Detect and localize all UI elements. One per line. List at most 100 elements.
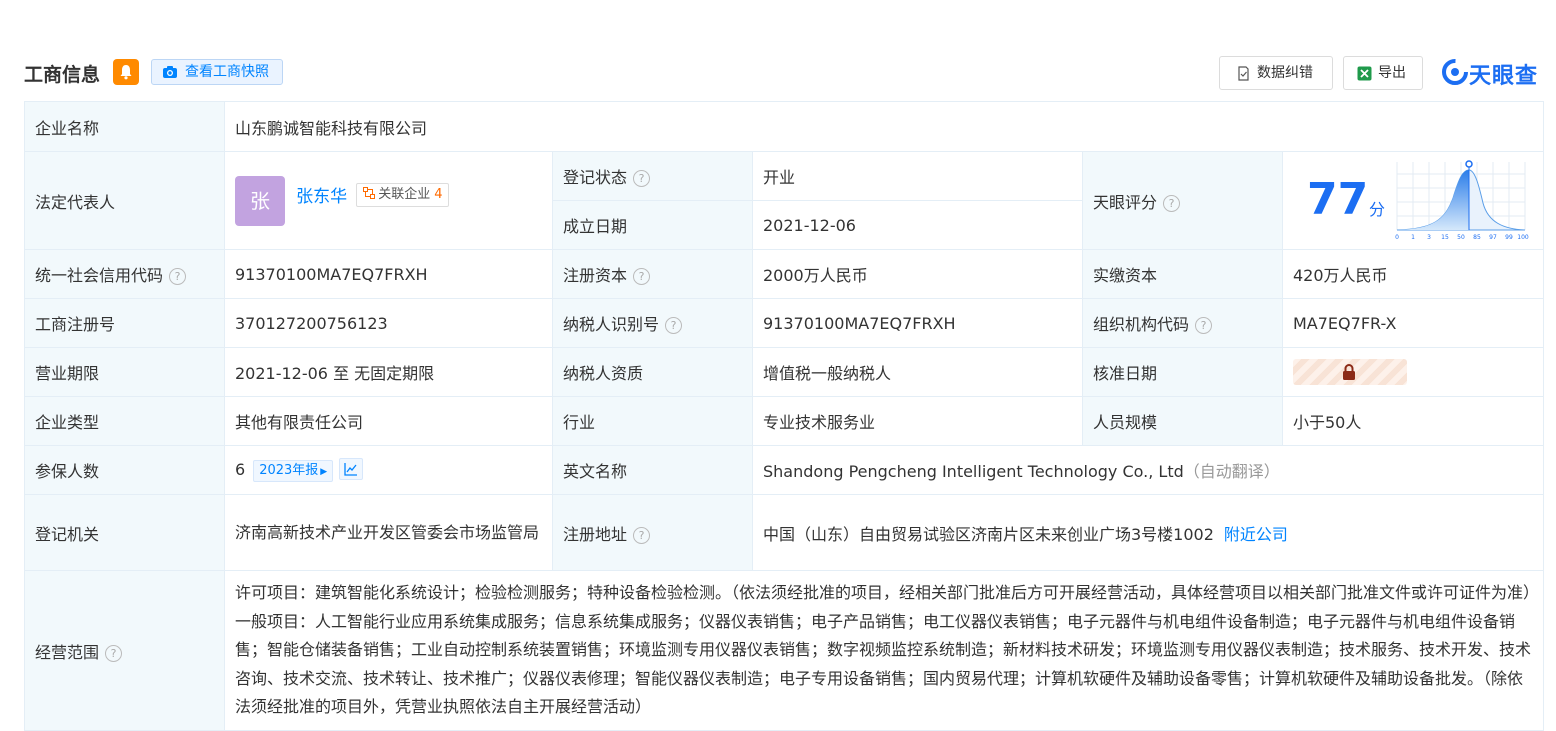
credit-code-label: 统一社会信用代码? <box>24 249 225 299</box>
reg-authority-value: 济南高新技术产业开发区管委会市场监管局 <box>224 494 553 571</box>
reg-address-cell: 中国（山东）自由贸易试验区济南片区未来创业广场3号楼1002 附近公司 <box>751 494 1545 571</box>
industry-label: 行业 <box>552 396 753 446</box>
industry-value: 专业技术服务业 <box>752 396 1083 446</box>
score-distribution-chart: 0 1 3 15 50 85 97 99 100 <box>1395 160 1529 241</box>
biz-scope-value: 许可项目：建筑智能化系统设计；检验检测服务；特种设备检验检测。（依法须经批准的项… <box>223 570 1545 731</box>
bell-icon[interactable] <box>113 59 139 85</box>
data-correction-label: 数据纠错 <box>1257 65 1313 81</box>
table-row: 企业类型 其他有限责任公司 行业 专业技术服务业 人员规模 小于50人 <box>24 396 1545 446</box>
section-header: 工商信息 查看工商快照 数据纠错 导出 天眼查 <box>0 0 1556 100</box>
view-snapshot-button[interactable]: 查看工商快照 <box>151 59 283 85</box>
legal-rep-label: 法定代表人 <box>24 151 225 250</box>
auto-translate-note: （自动翻译） <box>1183 462 1280 481</box>
document-check-icon <box>1238 66 1249 81</box>
score-label: 天眼评分? <box>1082 151 1283 250</box>
legal-rep-cell: 张 张东华 关联企业 4 <box>224 151 553 250</box>
score-cell[interactable]: 77 分 0 1 3 15 50 85 97 99 100 <box>1281 151 1545 250</box>
help-icon[interactable]: ? <box>169 268 187 285</box>
chart-tick: 1 <box>1411 234 1415 241</box>
insured-value: 6 <box>235 460 246 479</box>
taxpayer-id-label: 纳税人识别号? <box>552 298 753 348</box>
credit-code-value: 91370100MA7EQ7FRXH <box>224 249 553 299</box>
taxpayer-qual-label: 纳税人资质 <box>552 347 753 397</box>
chart-tick: 85 <box>1473 234 1481 241</box>
help-icon[interactable]: ? <box>633 526 651 544</box>
reg-capital-label: 注册资本? <box>552 249 753 299</box>
table-row: 营业期限 2021-12-06 至 无固定期限 纳税人资质 增值税一般纳税人 核… <box>24 347 1545 397</box>
section-title: 工商信息 <box>24 64 101 86</box>
reg-status-label: 登记状态? <box>552 151 753 201</box>
help-icon[interactable]: ? <box>665 317 683 334</box>
data-correction-button[interactable]: 数据纠错 <box>1219 56 1333 90</box>
org-code-value: MA7EQ7FR-X <box>1281 298 1545 348</box>
trend-chart-icon[interactable] <box>339 458 364 480</box>
table-row: 统一社会信用代码? 91370100MA7EQ7FRXH 注册资本? 2000万… <box>24 249 1545 299</box>
help-icon[interactable]: ? <box>633 170 651 187</box>
logo-text: 天眼查 <box>1469 64 1539 89</box>
export-label: 导出 <box>1378 65 1406 81</box>
chart-tick: 99 <box>1505 234 1513 241</box>
chart-tick: 3 <box>1427 234 1431 241</box>
reg-number-label: 工商注册号 <box>24 298 225 348</box>
avatar: 张 <box>235 175 285 226</box>
insured-cell: 6 2023年报 ▶ <box>224 445 553 495</box>
company-type-label: 企业类型 <box>24 396 225 446</box>
staff-size-label: 人员规模 <box>1082 396 1283 446</box>
view-snapshot-label: 查看工商快照 <box>185 64 269 80</box>
est-date-label: 成立日期 <box>552 200 753 250</box>
table-row: 法定代表人 张 张东华 关联企业 4 登记状态? 开业 天眼评分? 77 分 0… <box>24 151 1545 250</box>
score-value: 77 <box>1307 174 1369 225</box>
paid-capital-value: 420万人民币 <box>1281 249 1545 299</box>
taxpayer-qual-value: 增值税一般纳税人 <box>752 347 1083 397</box>
reg-address-label: 注册地址? <box>552 494 753 571</box>
excel-icon <box>1357 66 1372 81</box>
term-label: 营业期限 <box>24 347 225 397</box>
chart-tick: 50 <box>1457 234 1465 241</box>
locked-field[interactable] <box>1293 359 1407 385</box>
annual-report-year-button[interactable]: 2023年报 ▶ <box>253 460 334 482</box>
english-name-label: 英文名称 <box>552 445 753 495</box>
english-name-value: Shandong Pengcheng Intelligent Technolog… <box>763 462 1184 481</box>
table-row: 企业名称 山东鹏诚智能科技有限公司 <box>24 101 1545 152</box>
export-button[interactable]: 导出 <box>1343 56 1423 90</box>
related-label: 关联企业 <box>378 186 431 202</box>
term-value: 2021-12-06 至 无固定期限 <box>224 347 553 397</box>
related-companies-badge[interactable]: 关联企业 4 <box>356 182 450 207</box>
score-unit: 分 <box>1369 200 1386 219</box>
staff-size-value: 小于50人 <box>1281 396 1545 446</box>
reg-authority-label: 登记机关 <box>24 494 225 571</box>
paid-capital-label: 实缴资本 <box>1082 249 1283 299</box>
help-icon[interactable]: ? <box>633 268 651 285</box>
related-count: 4 <box>434 186 443 202</box>
camera-icon <box>163 66 177 78</box>
reg-number-value: 370127200756123 <box>224 298 553 348</box>
chart-tick: 15 <box>1441 234 1449 241</box>
help-icon[interactable]: ? <box>1163 194 1181 212</box>
business-info-table: 企业名称 山东鹏诚智能科技有限公司 法定代表人 张 张东华 关联企业 4 登记状态… <box>24 101 1545 731</box>
lock-icon <box>1343 364 1355 380</box>
help-icon[interactable]: ? <box>1195 317 1213 334</box>
nearby-companies-link[interactable]: 附近公司 <box>1224 525 1288 544</box>
legal-rep-name-link[interactable]: 张东华 <box>296 187 347 207</box>
table-row: 经营范围? 许可项目：建筑智能化系统设计；检验检测服务；特种设备检验检测。（依法… <box>24 570 1545 731</box>
company-name-value: 山东鹏诚智能科技有限公司 <box>223 101 1545 152</box>
table-row: 登记机关 济南高新技术产业开发区管委会市场监管局 注册地址? 中国（山东）自由贸… <box>24 494 1545 571</box>
reg-capital-value: 2000万人民币 <box>752 249 1083 299</box>
chart-tick: 97 <box>1489 234 1497 241</box>
est-date-value: 2021-12-06 <box>752 200 1083 250</box>
chart-tick: 0 <box>1395 234 1399 241</box>
taxpayer-id-value: 91370100MA7EQ7FRXH <box>752 298 1083 348</box>
approve-date-value <box>1281 347 1545 397</box>
company-type-value: 其他有限责任公司 <box>224 396 553 446</box>
help-icon[interactable]: ? <box>105 644 123 662</box>
table-row: 工商注册号 370127200756123 纳税人识别号? 91370100MA… <box>24 298 1545 348</box>
org-code-label: 组织机构代码? <box>1082 298 1283 348</box>
biz-scope-label: 经营范围? <box>24 570 225 731</box>
reg-status-value: 开业 <box>752 151 1083 201</box>
insured-label: 参保人数 <box>24 445 225 495</box>
english-name-cell: Shandong Pengcheng Intelligent Technolog… <box>751 445 1545 495</box>
reg-address-value: 中国（山东）自由贸易试验区济南片区未来创业广场3号楼1002 <box>763 524 1214 544</box>
company-name-label: 企业名称 <box>24 101 225 152</box>
chart-tick: 100 <box>1517 234 1529 241</box>
approve-date-label: 核准日期 <box>1082 347 1283 397</box>
